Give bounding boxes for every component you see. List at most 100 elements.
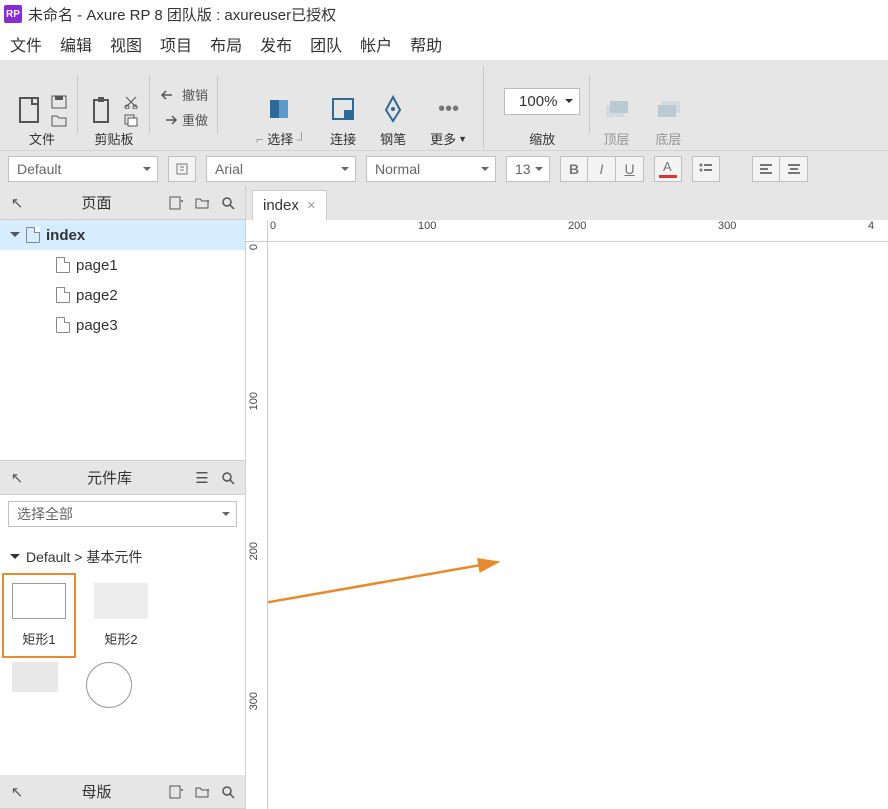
top-layer-label: 顶层	[603, 129, 629, 148]
ribbon-file-label: 文件	[29, 129, 55, 148]
ruler-corner	[246, 220, 268, 242]
select-label: 选择	[267, 132, 293, 147]
design-canvas[interactable]	[268, 242, 888, 809]
page-icon	[56, 287, 70, 303]
add-page-icon[interactable]	[167, 194, 185, 212]
open-folder-icon[interactable]	[50, 113, 68, 127]
page-name: page2	[76, 287, 118, 304]
workspace: ↖ 页面 index page1 page2 page3	[0, 186, 888, 809]
style-select[interactable]: Default	[8, 156, 158, 182]
ruler-tick: 0	[270, 220, 276, 232]
library-category[interactable]: Default > 基本元件	[8, 541, 237, 573]
annotation-arrow	[268, 242, 888, 802]
menu-team[interactable]: 团队	[310, 32, 342, 56]
library-select[interactable]: 选择全部	[8, 501, 237, 527]
bold-button[interactable]: B	[560, 156, 588, 182]
menu-publish[interactable]: 发布	[260, 32, 292, 56]
page-name: index	[46, 227, 85, 244]
collapse-panel-icon[interactable]: ↖	[8, 469, 26, 487]
ribbon-group-clipboard: 剪贴板	[82, 66, 146, 148]
font-weight-select[interactable]: Normal	[366, 156, 496, 182]
tab-label: index	[263, 197, 299, 214]
pages-panel-title: 页面	[34, 192, 159, 213]
undo-button[interactable]: 撤销	[160, 85, 208, 104]
page-tree-item[interactable]: page1	[0, 250, 245, 280]
library-body: Default > 基本元件 矩形1 矩形2	[0, 533, 245, 775]
widget-rect3[interactable]	[12, 662, 58, 708]
font-size-select[interactable]: 13	[506, 156, 550, 182]
widget-ellipse[interactable]	[86, 662, 132, 708]
copy-icon[interactable]	[122, 113, 140, 127]
library-menu-icon[interactable]: ☰	[193, 469, 211, 487]
add-master-icon[interactable]	[167, 783, 185, 801]
search-library-icon[interactable]	[219, 469, 237, 487]
paste-icon[interactable]	[88, 95, 116, 127]
ribbon-group-file: 文件	[10, 66, 74, 148]
menu-layout[interactable]: 布局	[210, 32, 242, 56]
bullets-button[interactable]	[692, 156, 720, 182]
close-tab-icon[interactable]: ×	[307, 197, 316, 214]
page-icon	[56, 257, 70, 273]
page-tree-item[interactable]: page3	[0, 310, 245, 340]
add-master-folder-icon[interactable]	[193, 783, 211, 801]
search-masters-icon[interactable]	[219, 783, 237, 801]
new-file-icon[interactable]	[16, 95, 44, 127]
tool-more[interactable]: ••• 更多▼	[422, 66, 475, 148]
menu-file[interactable]: 文件	[10, 32, 42, 56]
save-icon[interactable]	[50, 95, 68, 109]
tool-top-layer[interactable]: 顶层	[594, 66, 638, 148]
format-bar: Default Arial Normal 13 B I U A	[0, 150, 888, 186]
italic-button[interactable]: I	[588, 156, 616, 182]
ruler-tick: 0	[248, 244, 260, 250]
search-pages-icon[interactable]	[219, 194, 237, 212]
add-folder-icon[interactable]	[193, 194, 211, 212]
widget-label: 矩形2	[104, 629, 137, 648]
text-color-button[interactable]: A	[654, 156, 682, 182]
style-manager-icon[interactable]	[168, 156, 196, 182]
app-logo-icon: RP	[4, 5, 22, 23]
widget-rect1[interactable]: 矩形1	[4, 575, 74, 656]
connect-label: 连接	[330, 129, 356, 148]
menu-edit[interactable]: 编辑	[60, 32, 92, 56]
page-name: page1	[76, 257, 118, 274]
collapse-panel-icon[interactable]: ↖	[8, 194, 26, 212]
rectangle-icon	[94, 583, 148, 619]
font-select[interactable]: Arial	[206, 156, 356, 182]
page-name: page3	[76, 317, 118, 334]
library-category-label: Default > 基本元件	[26, 547, 142, 567]
align-left-button[interactable]	[752, 156, 780, 182]
ruler-tick: 100	[418, 220, 436, 232]
tool-select[interactable]: ⌐ 选择 ┘	[248, 66, 314, 148]
menu-account[interactable]: 帐户	[360, 32, 392, 56]
tool-bottom-layer[interactable]: 底层	[646, 66, 690, 148]
library-panel-title: 元件库	[34, 467, 185, 488]
bottom-layer-label: 底层	[655, 129, 681, 148]
collapse-panel-icon[interactable]: ↖	[8, 783, 26, 801]
redo-button[interactable]: 重做	[160, 110, 208, 129]
cut-icon[interactable]	[122, 95, 140, 109]
ruler-tick: 200	[568, 220, 586, 232]
page-icon	[26, 227, 40, 243]
pen-label: 钢笔	[380, 129, 406, 148]
canvas-tab[interactable]: index ×	[252, 190, 327, 220]
menu-help[interactable]: 帮助	[410, 32, 442, 56]
library-panel-header: ↖ 元件库 ☰	[0, 461, 245, 495]
page-tree-root[interactable]: index	[0, 220, 245, 250]
page-icon	[56, 317, 70, 333]
ribbon-group-undo: 撤销 重做	[154, 66, 214, 148]
menu-project[interactable]: 项目	[160, 32, 192, 56]
tool-pen[interactable]: 钢笔	[372, 66, 414, 148]
zoom-select[interactable]: 100%	[504, 88, 580, 115]
ribbon-toolbar: 文件 剪贴板 撤销 重做 ⌐ 选择 ┘	[0, 60, 888, 150]
menu-view[interactable]: 视图	[110, 32, 142, 56]
align-center-button[interactable]	[780, 156, 808, 182]
undo-label: 撤销	[182, 85, 208, 104]
expand-icon[interactable]	[10, 232, 20, 242]
widget-rect2[interactable]: 矩形2	[94, 583, 148, 648]
underline-button[interactable]: U	[616, 156, 644, 182]
canvas-area: index × 0 100 200 300 4 0 100 200 300	[246, 186, 888, 809]
page-tree-item[interactable]: page2	[0, 280, 245, 310]
ribbon-clipboard-label: 剪贴板	[94, 129, 133, 148]
left-sidebar: ↖ 页面 index page1 page2 page3	[0, 186, 246, 809]
tool-connect[interactable]: 连接	[322, 66, 364, 148]
